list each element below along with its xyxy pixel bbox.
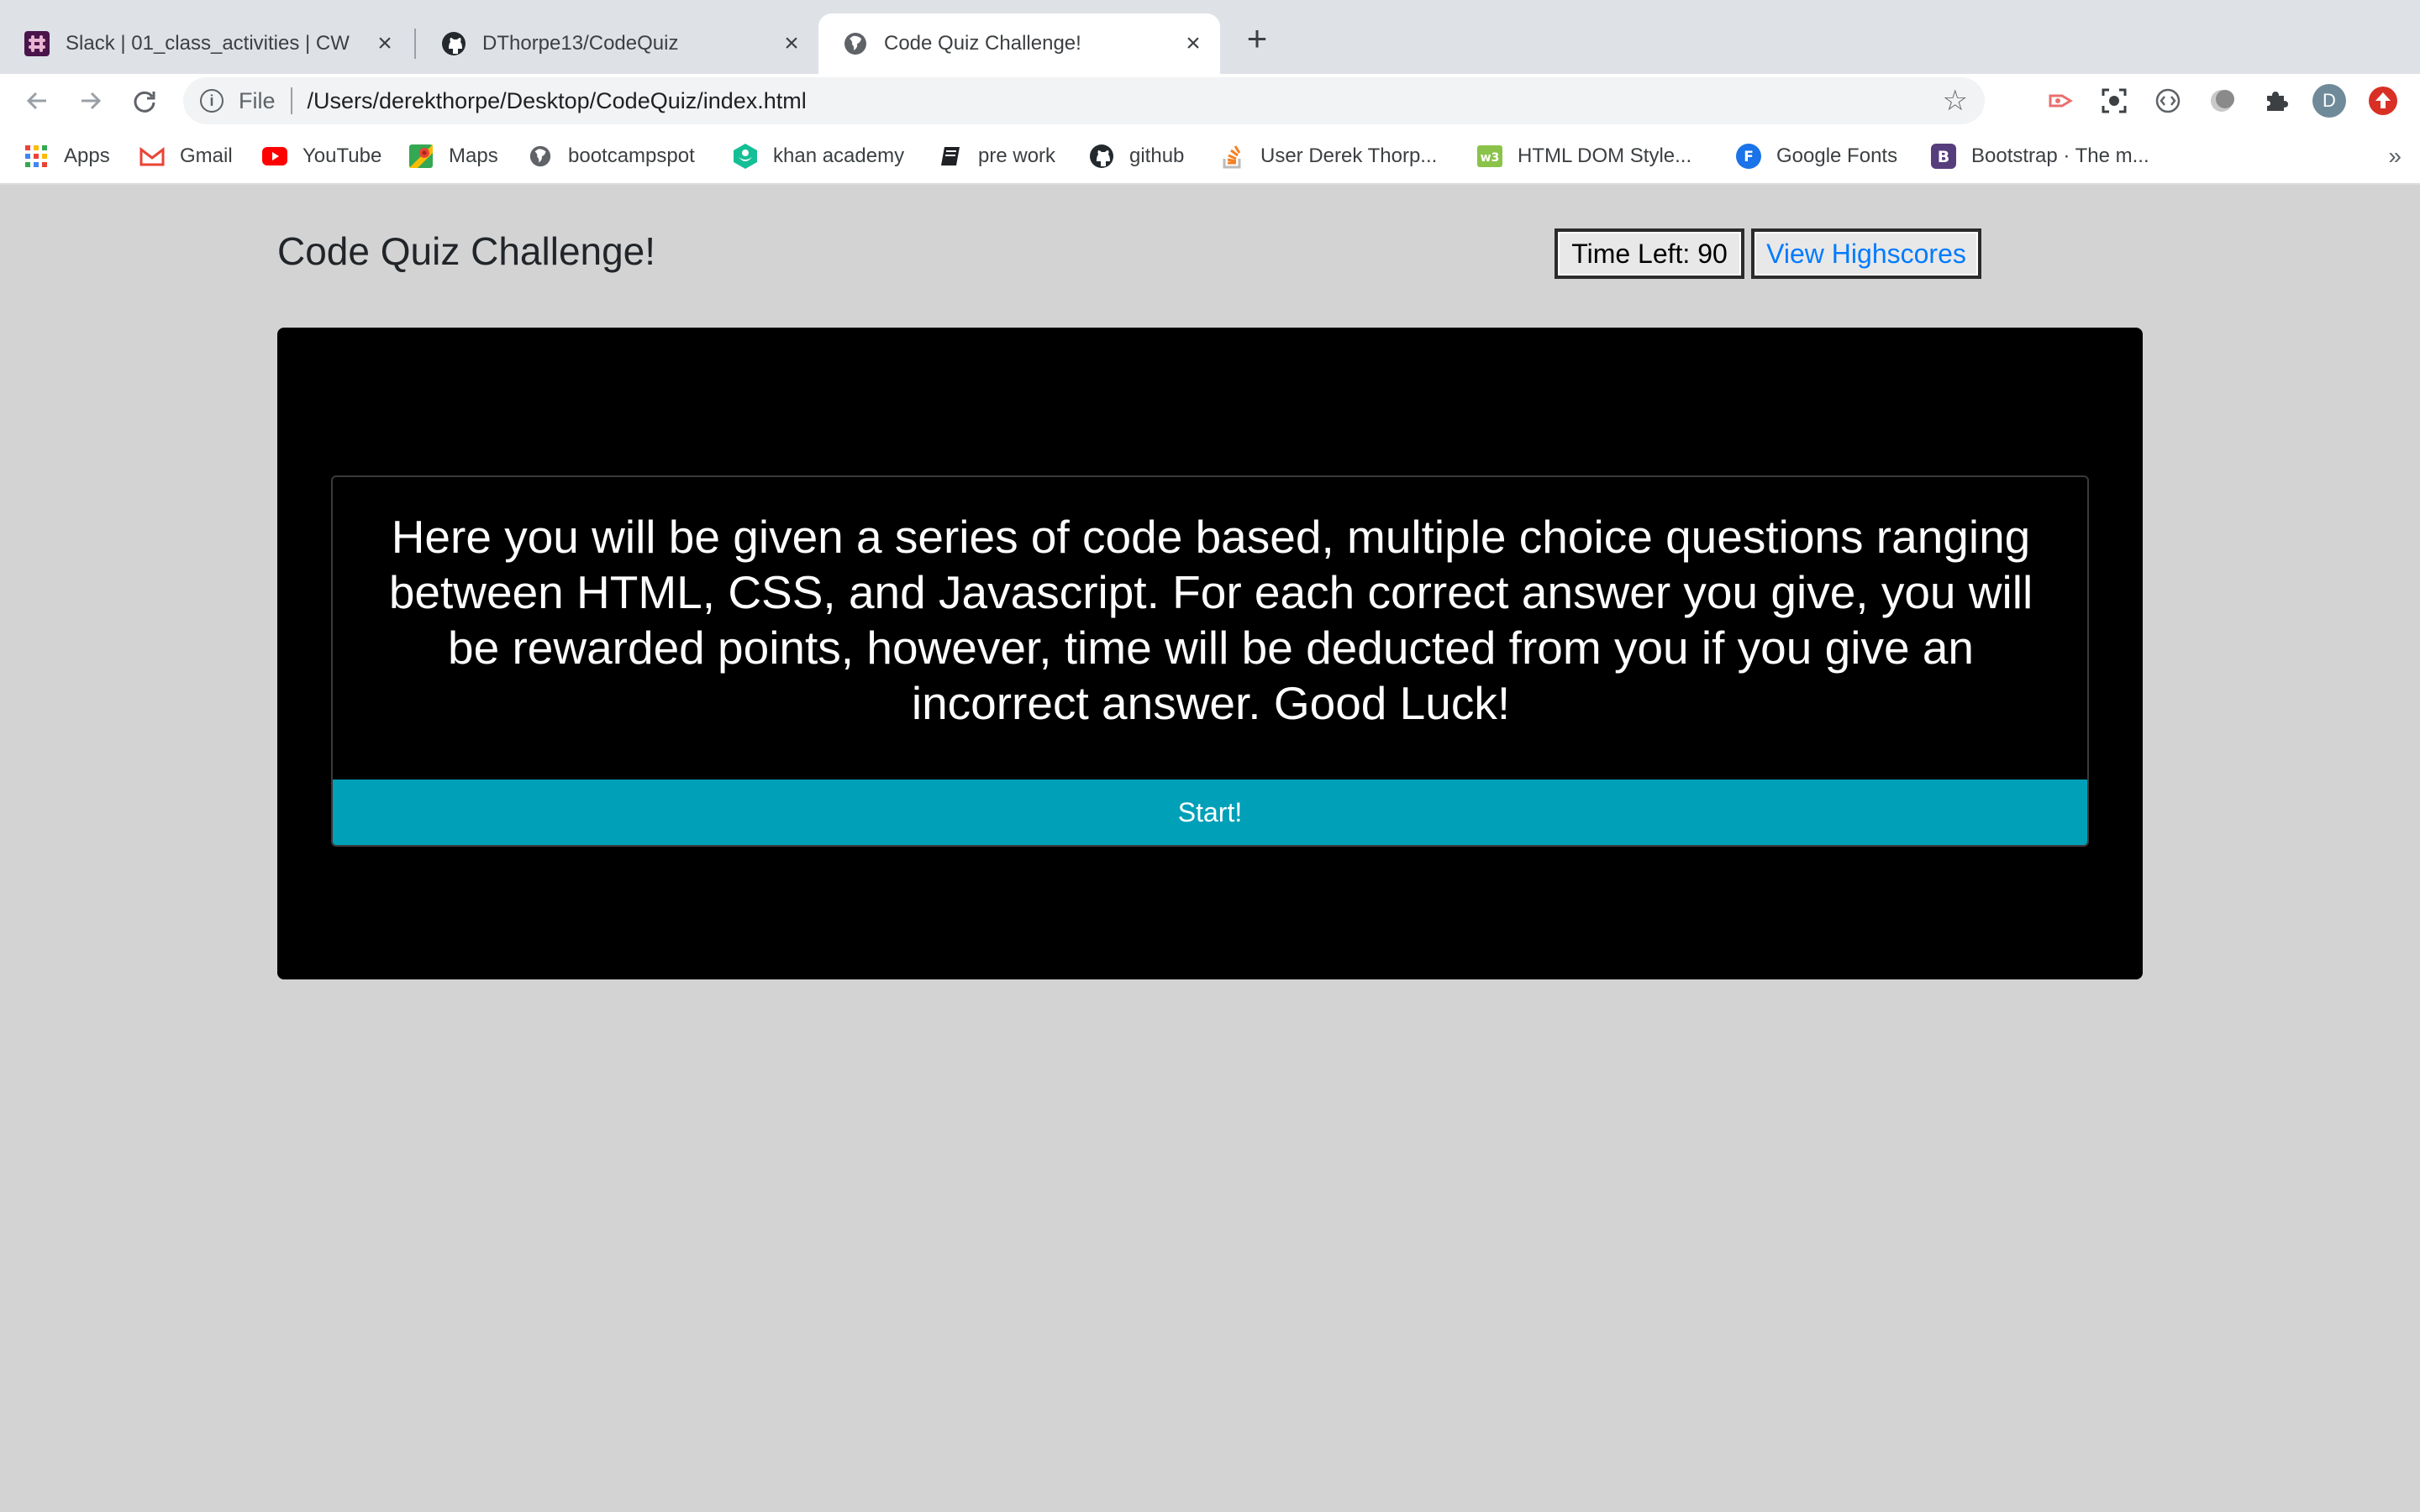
new-tab-button[interactable]: + <box>1240 21 1274 56</box>
cast-extension-icon[interactable] <box>2044 84 2077 118</box>
globe-icon <box>528 144 553 169</box>
bookmark-gmail[interactable]: Gmail <box>139 139 233 173</box>
gmail-icon <box>139 144 165 169</box>
svg-text:F: F <box>1744 149 1754 165</box>
bookmark-google-fonts[interactable]: F Google Fonts <box>1736 139 1897 173</box>
tab-github[interactable]: DThorpe13/CodeQuiz × <box>417 13 818 74</box>
w3schools-icon: w3 <box>1477 144 1502 169</box>
bookmark-bootcampspot[interactable]: bootcampspot <box>528 139 695 173</box>
address-bar[interactable]: i File /Users/derekthorpe/Desktop/CodeQu… <box>183 77 1985 124</box>
tab-title: Slack | 01_class_activities | CW <box>66 32 350 55</box>
browser-toolbar: i File /Users/derekthorpe/Desktop/CodeQu… <box>0 74 2420 128</box>
quiz-panel: Here you will be given a series of code … <box>277 328 2143 979</box>
bookmark-bootstrap[interactable]: B Bootstrap · The m... <box>1931 139 2149 173</box>
back-arrow-icon[interactable] <box>20 84 54 118</box>
bookmarks-overflow-icon[interactable]: » <box>2388 143 2402 170</box>
tab-separator <box>414 29 416 59</box>
tab-title: Code Quiz Challenge! <box>884 32 1081 55</box>
page-viewport: Code Quiz Challenge! Time Left: 90 View … <box>0 185 2420 1512</box>
view-highscores-link[interactable]: View Highscores <box>1751 228 1981 279</box>
globe-icon <box>842 30 869 57</box>
bookmark-label: Gmail <box>180 144 233 167</box>
code-extension-icon[interactable] <box>2151 84 2185 118</box>
bookmark-label: Bootstrap · The m... <box>1971 144 2149 167</box>
address-scheme: File <box>239 87 276 113</box>
bookmark-label: YouTube <box>302 144 382 167</box>
bookmark-maps[interactable]: Maps <box>408 139 498 173</box>
bookmark-apps[interactable]: Apps <box>24 139 110 173</box>
bookmark-stackoverflow[interactable]: User Derek Thorp... <box>1220 139 1437 173</box>
bookmark-w3schools[interactable]: w3 HTML DOM Style... <box>1477 139 1691 173</box>
timer-display: Time Left: 90 <box>1555 228 1744 279</box>
profile-avatar[interactable]: D <box>2312 84 2346 118</box>
intro-text: Here you will be given a series of code … <box>388 511 2033 729</box>
puzzle-extension-icon[interactable] <box>2259 84 2292 118</box>
bootstrap-icon: B <box>1931 144 1956 169</box>
bookmark-khan-academy[interactable]: khan academy <box>733 139 904 173</box>
bookmark-label: github <box>1129 144 1185 167</box>
bookmark-label: Google Fonts <box>1776 144 1898 167</box>
bookmark-label: Maps <box>449 144 498 167</box>
page-title: Code Quiz Challenge! <box>277 229 656 273</box>
screenshot-extension-icon[interactable] <box>2097 84 2131 118</box>
bookmark-star-icon[interactable]: ☆ <box>1943 84 1968 118</box>
address-divider <box>290 87 292 114</box>
intro-card: Here you will be given a series of code … <box>331 475 2089 847</box>
close-icon[interactable]: × <box>778 29 805 57</box>
close-icon[interactable]: × <box>1180 29 1207 57</box>
reload-icon[interactable] <box>128 84 161 118</box>
info-icon[interactable]: i <box>200 89 224 113</box>
browser-tab-strip: Slack | 01_class_activities | CW × DThor… <box>0 0 2420 74</box>
update-icon[interactable] <box>2366 84 2400 118</box>
bookmark-label: pre work <box>978 144 1056 167</box>
bookmark-label: User Derek Thorp... <box>1260 144 1438 167</box>
close-icon[interactable]: × <box>371 29 398 57</box>
svg-text:w3: w3 <box>1481 151 1500 165</box>
moon-extension-icon[interactable] <box>2205 84 2238 118</box>
forward-arrow-icon[interactable] <box>74 84 108 118</box>
start-button[interactable]: Start! <box>333 780 2087 845</box>
profile-initial: D <box>2323 90 2336 111</box>
slack-icon <box>24 30 50 57</box>
maps-icon <box>408 144 434 169</box>
github-icon <box>440 30 467 57</box>
google-fonts-icon: F <box>1736 144 1761 169</box>
apps-grid-icon <box>24 144 49 169</box>
bookmarks-bar: Apps Gmail YouTube Maps bootcampspot kha… <box>0 128 2420 185</box>
stackoverflow-icon <box>1220 144 1245 169</box>
bookmark-label: bootcampspot <box>568 144 695 167</box>
bookmark-youtube[interactable]: YouTube <box>262 139 381 173</box>
youtube-icon <box>262 144 287 169</box>
bookmark-pre-work[interactable]: pre work <box>938 139 1055 173</box>
bookmark-label: Apps <box>64 144 110 167</box>
khan-academy-icon <box>733 144 758 169</box>
bookmark-github[interactable]: github <box>1089 139 1184 173</box>
bookmark-label: HTML DOM Style... <box>1518 144 1692 167</box>
address-url[interactable]: /Users/derekthorpe/Desktop/CodeQuiz/inde… <box>308 88 1943 114</box>
tab-title: DThorpe13/CodeQuiz <box>482 32 679 55</box>
bookmark-label: khan academy <box>773 144 905 167</box>
book-icon <box>938 144 963 169</box>
svg-text:B: B <box>1938 148 1949 166</box>
github-icon <box>1089 144 1114 169</box>
tab-code-quiz[interactable]: Code Quiz Challenge! × <box>818 13 1220 74</box>
tab-slack[interactable]: Slack | 01_class_activities | CW × <box>0 13 412 74</box>
